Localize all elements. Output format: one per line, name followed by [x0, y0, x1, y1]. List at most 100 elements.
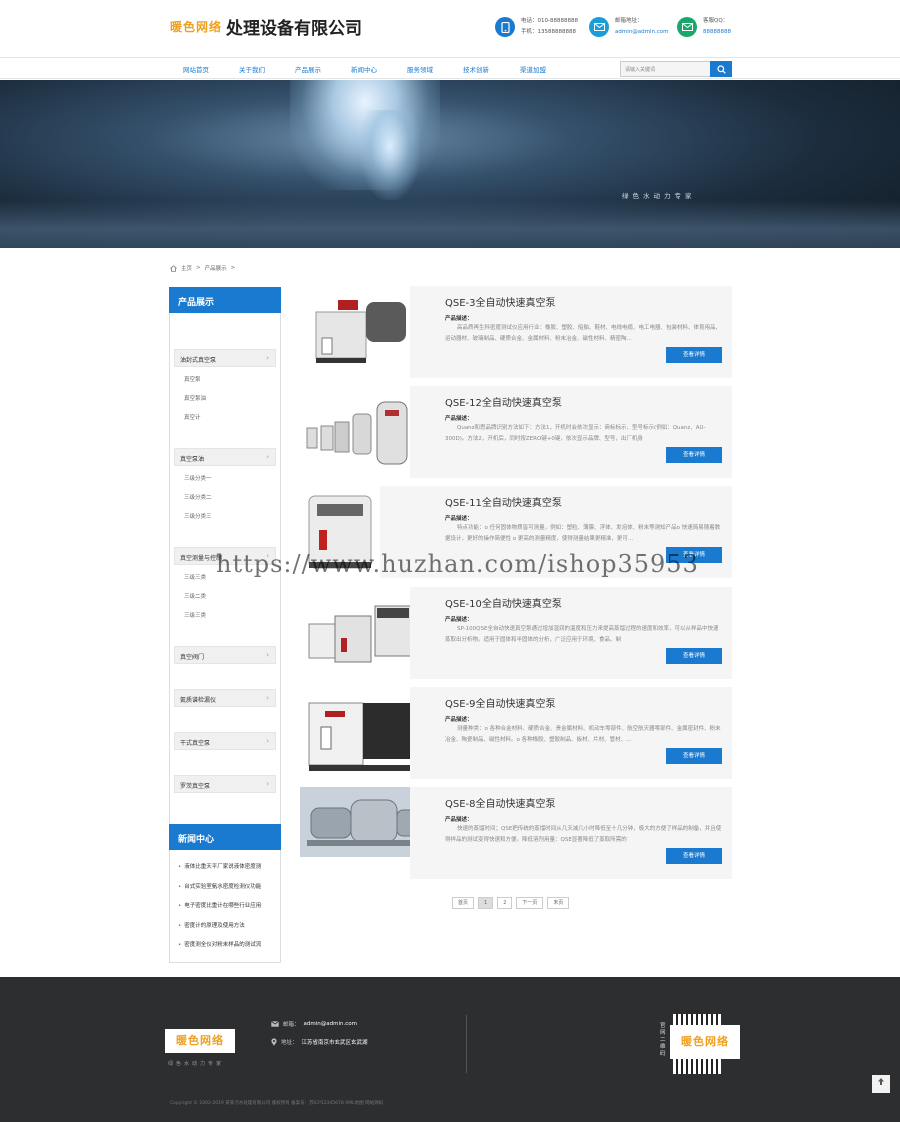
product-info: QSE-3全自动快速真空泵 产品描述： 高品质再生科密度测试仪应用行业：橡胶、塑…: [410, 286, 732, 378]
chevron-right-icon: ›: [266, 651, 269, 659]
email-label: 邮箱地址：: [615, 18, 643, 24]
product-desc-label: 产品描述：: [445, 316, 473, 322]
sidebar-subitem[interactable]: 真空计: [174, 409, 276, 428]
pager-page-2[interactable]: 2: [497, 897, 513, 909]
search-placeholder: 请输入关键词: [625, 67, 656, 73]
banner-slogan: 绿色水动力专家: [622, 192, 696, 200]
footer-address-label: 地址：: [281, 1040, 298, 1046]
category-label: 干式真空泵: [180, 740, 211, 747]
product-image[interactable]: [300, 587, 420, 679]
view-details-button[interactable]: 查看详情: [666, 648, 722, 664]
sidebar-category-6[interactable]: 罗茨真空泵 ›: [174, 775, 276, 793]
product-desc-label: 产品描述：: [445, 516, 473, 522]
product-desc-label: 产品描述：: [445, 817, 473, 823]
breadcrumb-home[interactable]: 主页: [181, 264, 192, 272]
search-input[interactable]: 请输入关键词: [620, 61, 732, 77]
banner-ice-image-2: [360, 110, 420, 200]
sidebar-news: 新闻中心 液体比重天平厂家说液体密度测 台式实验室氨水密度检测仪功能 电子密度比…: [169, 824, 281, 963]
product-card: QSE-10全自动快速真空泵 产品描述： SP-100QSE全自动快速真空泵通过…: [300, 587, 732, 679]
footer-logo[interactable]: 暖色网络: [165, 1029, 235, 1053]
news-item[interactable]: 液体比重天平厂家说液体密度测: [174, 858, 276, 878]
sidebar-title: 产品展示: [169, 287, 281, 313]
product-image[interactable]: [300, 286, 420, 378]
product-image[interactable]: [300, 687, 420, 779]
location-pin-icon: [271, 1038, 277, 1046]
search-icon: [716, 64, 726, 74]
sidebar-subitem[interactable]: 三级分类一: [174, 470, 276, 489]
sidebar-subitem[interactable]: 三级三类: [174, 607, 276, 626]
chevron-right-icon: ›: [266, 354, 269, 362]
sidebar-category-0[interactable]: 油封式真空泵 ›: [174, 349, 276, 367]
news-item[interactable]: 电子密度比重计在哪些行业应用: [174, 897, 276, 917]
sidebar-subitem[interactable]: 真空泵: [174, 371, 276, 390]
view-details-button[interactable]: 查看详情: [666, 447, 722, 463]
category-label: 氦质谱检漏仪: [180, 697, 217, 704]
view-details-button[interactable]: 查看详情: [666, 848, 722, 864]
product-title[interactable]: QSE-11全自动快速真空泵: [445, 494, 562, 509]
mail-icon: [589, 17, 609, 37]
qq-label: 客服QQ：: [703, 18, 729, 24]
phone-contact: 电话：010-88888888 手机：13588888888: [495, 16, 578, 38]
nav-item-products[interactable]: 产品展示: [295, 64, 321, 74]
footer-qr-label: 官网二维码: [660, 1023, 666, 1057]
pager-page-1[interactable]: 1: [478, 897, 494, 909]
footer-slogan: 绿色水动力专家: [168, 1061, 225, 1067]
banner-water-image: [0, 200, 900, 248]
nav-item-about[interactable]: 关于我们: [239, 64, 265, 74]
product-card: QSE-3全自动快速真空泵 产品描述： 高品质再生科密度测试仪应用行业：橡胶、塑…: [300, 286, 732, 378]
view-details-button[interactable]: 查看详情: [666, 347, 722, 363]
site-header: 暖色网络 处理设备有限公司 电话：010-88888888 手机：1358888…: [0, 0, 900, 57]
view-details-button[interactable]: 查看详情: [666, 748, 722, 764]
pager-last[interactable]: 末页: [547, 897, 570, 909]
product-info: QSE-12全自动快速真空泵 产品描述： Quanz和思品牌识别方法如下：方法1…: [410, 386, 732, 478]
back-to-top-button[interactable]: [872, 1075, 890, 1093]
category-label: 真空泵油: [180, 456, 205, 463]
product-title[interactable]: QSE-9全自动快速真空泵: [445, 695, 556, 710]
nav-item-innovation[interactable]: 技术创新: [463, 64, 489, 74]
watermark-text: https://www.huzhan.com/ishop35953: [216, 550, 699, 578]
email-value[interactable]: admin@admin.com: [615, 27, 668, 38]
footer-email-value[interactable]: admin@admin.com: [304, 1021, 357, 1027]
breadcrumb-current[interactable]: 产品展示: [205, 264, 227, 272]
pager-first[interactable]: 首页: [452, 897, 475, 909]
news-item[interactable]: 密度测全仪对粉末样品的测试流: [174, 936, 276, 956]
sidebar-category-4[interactable]: 氦质谱检漏仪 ›: [174, 689, 276, 707]
company-name: 处理设备有限公司: [226, 19, 363, 39]
sidebar-subitem[interactable]: 真空泵油: [174, 390, 276, 409]
category-label: 真空阀门: [180, 654, 205, 661]
phone-text: 电话：010-88888888: [521, 18, 578, 24]
product-card: QSE-12全自动快速真空泵 产品描述： Quanz和思品牌识别方法如下：方法1…: [300, 386, 732, 478]
main-nav: 网站首页 关于我们 产品展示 新闻中心 服务领域 技术创新 渠道加盟 请输入关键…: [0, 57, 900, 79]
pager-next[interactable]: 下一页: [516, 897, 544, 909]
nav-item-news[interactable]: 新闻中心: [351, 64, 377, 74]
qq-value[interactable]: 88888888: [703, 27, 731, 38]
search-button[interactable]: [710, 61, 732, 77]
product-title[interactable]: QSE-3全自动快速真空泵: [445, 294, 556, 309]
mobile-text: 手机：13588888888: [521, 29, 576, 35]
product-title[interactable]: QSE-12全自动快速真空泵: [445, 394, 562, 409]
site-logo[interactable]: 暖色网络 处理设备有限公司: [170, 14, 362, 39]
home-icon: [170, 264, 177, 272]
product-image[interactable]: [300, 386, 420, 478]
nav-item-home[interactable]: 网站首页: [183, 64, 209, 74]
product-info: QSE-9全自动快速真空泵 产品描述： 测量种类：o 各种合金材料、硬质合金、贵…: [410, 687, 732, 779]
footer-qr-badge: 暖色网络: [670, 1025, 740, 1059]
breadcrumb-sep: >: [196, 265, 201, 271]
nav-item-services[interactable]: 服务领域: [407, 64, 433, 74]
product-title[interactable]: QSE-10全自动快速真空泵: [445, 595, 562, 610]
sidebar-subitem[interactable]: 三级二类: [174, 588, 276, 607]
arrow-up-icon: [878, 1078, 884, 1085]
sidebar-category-5[interactable]: 干式真空泵 ›: [174, 732, 276, 750]
sidebar-subitem[interactable]: 三级分类三: [174, 508, 276, 527]
nav-item-join[interactable]: 渠道加盟: [520, 64, 546, 74]
news-item[interactable]: 台式实验室氨水密度检测仪功能: [174, 878, 276, 898]
sidebar-subitem[interactable]: 三级分类二: [174, 489, 276, 508]
news-item[interactable]: 密度计的原理及使用方法: [174, 917, 276, 937]
category-label: 罗茨真空泵: [180, 783, 211, 790]
footer-email: 邮箱： admin@admin.com: [271, 1020, 357, 1028]
sidebar-category-3[interactable]: 真空阀门 ›: [174, 646, 276, 664]
sidebar-category-1[interactable]: 真空泵油 ›: [174, 448, 276, 466]
site-footer: 暖色网络 绿色水动力专家 邮箱： admin@admin.com 地址： 江苏省…: [0, 977, 900, 1122]
product-title[interactable]: QSE-8全自动快速真空泵: [445, 795, 556, 810]
product-info: QSE-8全自动快速真空泵 产品描述： 快速的蒸馏时间；QSE把传统的蒸馏时间从…: [410, 787, 732, 879]
